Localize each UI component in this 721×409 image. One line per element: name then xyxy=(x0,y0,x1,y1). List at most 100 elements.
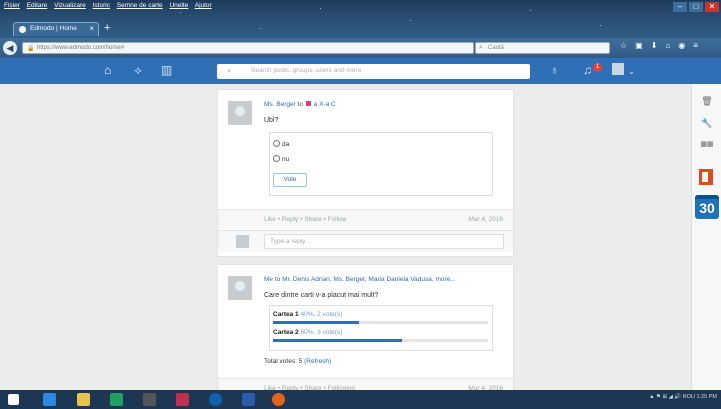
poll-result-label: Cartea 1 40%, 2 vote(s) xyxy=(273,311,342,318)
background-star xyxy=(410,20,411,21)
backpack-icon[interactable]: ♁ xyxy=(550,63,559,77)
radio-icon[interactable] xyxy=(273,155,280,162)
post-card: Me to Mr. Denis Adrian, Ms. Berger, Mari… xyxy=(217,264,514,398)
bookmark-star-icon[interactable]: ☆ xyxy=(620,41,627,50)
lock-icon: 🔒 xyxy=(27,46,35,52)
home-icon[interactable]: ⌂ xyxy=(665,41,670,50)
windows-taskbar: ▲ ⚑ ⊞ ◢ 🔊 ROU 1:25 PM xyxy=(0,390,721,409)
browser-toolbar-icons: ☆ ▣ ⬇ ⌂ ◉ ≡ xyxy=(620,41,698,50)
vote-button[interactable]: Vote xyxy=(273,173,307,187)
result-name: Cartea 2 xyxy=(273,329,299,336)
trash-icon[interactable]: 🗑 xyxy=(692,96,721,107)
library-book-icon[interactable]: ▥ xyxy=(161,63,172,77)
windows-start-icon[interactable] xyxy=(8,394,19,405)
word-icon[interactable] xyxy=(242,393,255,406)
menu-bookmarks[interactable]: Semne de carte xyxy=(117,2,163,9)
chevron-down-icon[interactable]: ⌄ xyxy=(628,67,635,76)
result-stats: 60%, 3 vote(s) xyxy=(300,329,343,336)
result-bar-fill xyxy=(273,321,359,324)
file-explorer-icon[interactable] xyxy=(77,393,90,406)
result-bar xyxy=(273,339,488,342)
menu-edit[interactable]: Editare xyxy=(27,2,48,9)
right-sidebar: 🗑 🔧 ▦▦ 30 xyxy=(691,84,721,390)
library-icon[interactable]: ▣ xyxy=(635,41,643,50)
result-stats: 40%, 2 vote(s) xyxy=(300,311,343,318)
edmodo-search-input[interactable]: ⌕ Search posts, groups, users and more xyxy=(217,64,530,79)
avatar[interactable] xyxy=(228,101,252,125)
pocket-icon[interactable]: ◉ xyxy=(678,41,685,50)
discover-icon[interactable]: ⟡ xyxy=(134,63,142,78)
background-star xyxy=(600,25,601,26)
media-icon[interactable] xyxy=(176,393,189,406)
to-label: to xyxy=(297,101,304,108)
post-header: Me to Mr. Denis Adrian, Ms. Berger, Mari… xyxy=(264,276,456,283)
refresh-link[interactable]: (Refresh) xyxy=(304,358,331,365)
menu-view[interactable]: Vizualizare xyxy=(54,2,86,9)
post-card: Ms. Berger to a X-a C Ubl? da nu Vote Li… xyxy=(217,89,514,257)
calendar-icon[interactable]: 30 xyxy=(695,195,719,219)
background-star xyxy=(320,8,321,9)
tab-title: Edmodo | Home xyxy=(30,25,77,32)
new-tab-button[interactable]: + xyxy=(104,22,110,34)
search-icon: ⌕ xyxy=(479,44,483,51)
background-star xyxy=(260,28,261,29)
internet-explorer-icon[interactable] xyxy=(43,393,56,406)
result-bar-fill xyxy=(273,339,402,342)
reply-input[interactable]: Type a reply... xyxy=(264,234,504,249)
poll-option-label: da xyxy=(282,141,290,148)
maximize-button[interactable]: □ xyxy=(689,2,703,12)
wrench-icon[interactable]: 🔧 xyxy=(692,118,721,129)
post-text: Care dintre carti v-a placut mai mult? xyxy=(264,292,379,299)
office-365-icon[interactable] xyxy=(699,169,713,185)
poll-result-label: Cartea 2 60%, 3 vote(s) xyxy=(273,329,342,336)
radio-icon[interactable] xyxy=(273,140,280,147)
poll-results-box: Cartea 1 40%, 2 vote(s) Cartea 2 60%, 3 … xyxy=(269,305,493,351)
app-icon[interactable] xyxy=(143,393,156,406)
menu-history[interactable]: Istoric xyxy=(93,2,110,9)
notifications-bell-icon[interactable]: ♫ xyxy=(583,63,592,77)
home-icon[interactable]: ⌂ xyxy=(104,63,111,77)
poll-box: da nu Vote xyxy=(269,132,493,196)
address-toolbar: ◀ 🔒 https://www.edmodo.com/home# ⟳ ⌕ Cau… xyxy=(0,38,721,58)
total-votes-label: Total votes: 5 xyxy=(264,358,303,365)
edmodo-search-placeholder: Search posts, groups, users and more xyxy=(251,67,362,74)
background-star xyxy=(530,10,531,11)
hp-icon[interactable] xyxy=(209,393,222,406)
download-icon[interactable]: ⬇ xyxy=(651,41,658,50)
menu-icon[interactable]: ≡ xyxy=(693,41,698,50)
close-tab-icon[interactable]: × xyxy=(89,24,94,33)
store-icon[interactable] xyxy=(110,393,123,406)
search-icon: ⌕ xyxy=(227,66,232,75)
system-tray[interactable]: ▲ ⚑ ⊞ ◢ 🔊 ROU 1:25 PM xyxy=(649,394,717,400)
browser-chrome: Fișier Editare Vizualizare Istoric Semne… xyxy=(0,0,721,58)
apps-grid-icon[interactable]: ▦▦ xyxy=(692,140,721,148)
post-header: Ms. Berger to a X-a C xyxy=(264,101,336,108)
user-avatar[interactable] xyxy=(612,63,624,75)
result-bar xyxy=(273,321,488,324)
post-action-links[interactable]: Like • Reply • Share • Follow xyxy=(264,216,346,223)
notification-badge: 1 xyxy=(593,63,602,72)
url-text: https://www.edmodo.com/home# xyxy=(37,45,125,51)
poll-option[interactable]: da xyxy=(273,140,289,148)
menu-file[interactable]: Fișier xyxy=(4,2,20,9)
background-star xyxy=(180,12,181,13)
back-button[interactable]: ◀ xyxy=(3,41,17,55)
close-window-button[interactable]: ✕ xyxy=(705,2,719,12)
sender-name[interactable]: Me xyxy=(264,276,273,283)
browser-search-input[interactable]: ⌕ Caută xyxy=(475,42,610,54)
post-text: Ubl? xyxy=(264,117,279,124)
url-bar[interactable]: 🔒 https://www.edmodo.com/home# ⟳ xyxy=(22,42,484,55)
sender-name[interactable]: Ms. Berger xyxy=(264,101,296,108)
menu-tools[interactable]: Unelte xyxy=(169,2,188,9)
avatar[interactable] xyxy=(228,276,252,300)
menu-bar: Fișier Editare Vizualizare Istoric Semne… xyxy=(4,2,217,9)
menu-help[interactable]: Ajutor xyxy=(195,2,212,9)
minimize-button[interactable]: – xyxy=(673,2,687,12)
group-name[interactable]: a X-a C xyxy=(314,101,336,108)
group-color-icon xyxy=(305,101,311,106)
avatar xyxy=(236,235,249,248)
recipients[interactable]: Mr. Denis Adrian, Ms. Berger, Maria Dani… xyxy=(282,276,456,283)
poll-option[interactable]: nu xyxy=(273,155,289,163)
browser-tab[interactable]: Edmodo | Home × xyxy=(13,22,99,36)
firefox-icon[interactable] xyxy=(272,393,285,406)
